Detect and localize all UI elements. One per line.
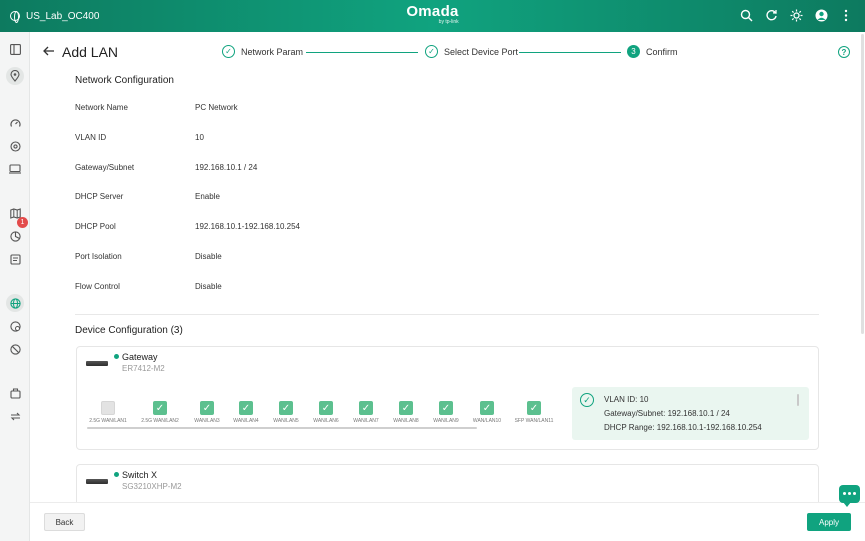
step-connector [306, 52, 418, 53]
step-check-icon: ✓ [222, 45, 235, 58]
port-wan-lan6[interactable]: ✓ [319, 401, 333, 415]
port-label: WAN/LAN7 [353, 418, 379, 424]
step-number: 3 [627, 45, 640, 58]
dashboard-icon[interactable] [6, 114, 24, 132]
check-circle-icon: ✓ [580, 393, 594, 407]
port-wan-lan5[interactable]: ✓ [279, 401, 293, 415]
port-wan-lan7[interactable]: ✓ [359, 401, 373, 415]
back-arrow-icon[interactable] [43, 44, 55, 59]
omada-logo: Omada by tp-link [406, 4, 458, 25]
switch-name: Switch X [122, 470, 158, 480]
network-name-label: Network Name [75, 103, 128, 112]
info-dhcp-range: DHCP Range: 192.168.10.1-192.168.10.254 [604, 423, 762, 432]
chat-support-icon[interactable] [839, 485, 860, 507]
statistics-icon[interactable] [6, 227, 24, 245]
port-label: WAN/LAN3 [194, 418, 220, 424]
network-config-icon[interactable] [6, 294, 24, 312]
port-label: WAN/LAN8 [393, 418, 419, 424]
gateway-subnet-value: 192.168.10.1 / 24 [195, 163, 258, 172]
info-scrollbar[interactable] [797, 394, 799, 406]
page-title: Add LAN [62, 44, 119, 60]
gateway-name: Gateway [122, 352, 158, 362]
apply-button[interactable]: Apply [807, 513, 851, 531]
page-scrollbar[interactable] [861, 34, 864, 334]
port-isolation-label: Port Isolation [75, 252, 122, 261]
site-name: US_Lab_OC400 [26, 10, 100, 22]
notification-badge: 1 [17, 217, 28, 228]
dhcp-pool-label: DHCP Pool [75, 222, 116, 231]
switch-model: SG3210XHP-M2 [122, 482, 182, 491]
port-wan-lan4[interactable]: ✓ [239, 401, 253, 415]
clients-icon[interactable] [6, 160, 24, 178]
theme-sun-icon[interactable] [789, 8, 803, 22]
port-2-5g-wan-lan2[interactable]: ✓ [153, 401, 167, 415]
devices-icon[interactable] [6, 137, 24, 155]
port-wan-lan3[interactable]: ✓ [200, 401, 214, 415]
globe-icon [10, 11, 20, 23]
info-gateway-subnet: Gateway/Subnet: 192.168.10.1 / 24 [604, 409, 730, 418]
online-status-dot [114, 354, 119, 359]
dhcp-pool-value: 192.168.10.1-192.168.10.254 [195, 222, 300, 231]
ports-scrollbar[interactable] [87, 427, 477, 429]
info-vlan-id: VLAN ID: 10 [604, 395, 649, 404]
port-wan-lan10[interactable]: ✓ [480, 401, 494, 415]
port-label: WAN/LAN5 [273, 418, 299, 424]
step-select-device-port: ✓ Select Device Port [425, 45, 518, 58]
step-label: Confirm [646, 46, 678, 57]
switch-device-image [86, 479, 108, 484]
vlan-id-label: VLAN ID [75, 133, 107, 142]
step-connector [519, 52, 621, 53]
step-network-param: ✓ Network Param [222, 45, 303, 58]
online-status-dot [114, 472, 119, 477]
sync-icon[interactable] [6, 407, 24, 425]
search-icon[interactable] [739, 8, 753, 22]
dhcp-server-label: DHCP Server [75, 192, 124, 201]
site-settings-icon[interactable] [6, 317, 24, 335]
flow-control-value: Disable [195, 282, 222, 291]
tools-icon[interactable] [6, 384, 24, 402]
back-button[interactable]: Back [44, 513, 85, 531]
port-label: WAN/LAN9 [433, 418, 459, 424]
brand-name: Omada [406, 3, 459, 20]
refresh-icon[interactable] [764, 8, 778, 22]
gateway-model: ER7412-M2 [122, 364, 165, 373]
brand-sub: by tp-link [438, 19, 459, 25]
step-confirm: 3 Confirm [627, 45, 678, 58]
port-label: 2.5G WAN/LAN2 [141, 418, 179, 424]
step-label: Network Param [241, 46, 304, 57]
location-icon[interactable] [6, 67, 24, 85]
network-name-value: PC Network [195, 103, 238, 112]
security-icon[interactable] [6, 340, 24, 358]
top-bar: US_Lab_OC400 Omada by tp-link [0, 0, 865, 32]
port-label: 2.5G WAN/LAN1 [89, 418, 127, 424]
port-wan-lan8[interactable]: ✓ [399, 401, 413, 415]
port-sfp-wan-lan11[interactable]: ✓ [527, 401, 541, 415]
gateway-subnet-label: Gateway/Subnet [75, 163, 135, 172]
port-label: SFP WAN/LAN11 [514, 418, 554, 424]
logs-icon[interactable] [6, 250, 24, 268]
left-sidebar [0, 32, 30, 541]
gateway-device-image [86, 361, 108, 366]
dhcp-server-value: Enable [195, 192, 220, 201]
site-selector[interactable]: US_Lab_OC400 [0, 10, 100, 23]
help-icon[interactable]: ? [838, 46, 850, 58]
port-label: WAN/LAN10 [472, 418, 502, 424]
flow-control-label: Flow Control [75, 282, 120, 291]
port-label: WAN/LAN6 [313, 418, 339, 424]
footer-bar [30, 502, 865, 541]
user-avatar-icon[interactable] [814, 8, 828, 22]
section-divider [75, 314, 819, 315]
step-label: Select Device Port [444, 46, 519, 57]
network-config-title: Network Configuration [75, 75, 174, 86]
port-2-5g-wan-lan1[interactable] [101, 401, 115, 415]
port-wan-lan9[interactable]: ✓ [439, 401, 453, 415]
device-config-title: Device Configuration (3) [75, 325, 183, 336]
vlan-id-value: 10 [195, 133, 204, 142]
port-isolation-value: Disable [195, 252, 222, 261]
port-label: WAN/LAN4 [233, 418, 259, 424]
panel-toggle-icon[interactable] [6, 40, 24, 58]
more-menu-icon[interactable] [839, 8, 853, 22]
step-check-icon: ✓ [425, 45, 438, 58]
